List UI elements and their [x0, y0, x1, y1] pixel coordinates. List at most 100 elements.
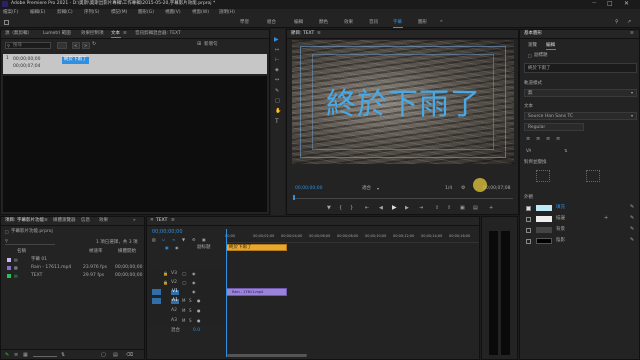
menu-graphics[interactable]: 圖形(G): [138, 10, 154, 16]
comparison-view-icon[interactable]: ▤: [473, 206, 478, 211]
tracking-icon[interactable]: VA: [526, 149, 531, 153]
tab-text[interactable]: 文本: [111, 31, 120, 37]
align-left-icon[interactable]: ≡: [526, 137, 530, 142]
add-button-icon[interactable]: +: [489, 206, 493, 211]
source-patch-a1[interactable]: [152, 298, 161, 304]
track-header-a3[interactable]: A3 M S ●: [149, 317, 225, 326]
eye-icon[interactable]: ◉: [192, 272, 196, 276]
add-marker-icon[interactable]: ▼: [182, 238, 185, 242]
play-icon[interactable]: ▶: [392, 205, 397, 211]
zoom-fit-select[interactable]: 適合: [362, 186, 371, 192]
mic-icon[interactable]: ●: [197, 299, 201, 303]
resolution-select[interactable]: 1/4: [445, 186, 452, 192]
export-frame-icon[interactable]: ▣: [460, 206, 465, 211]
caption-text[interactable]: 終於下雨了: [62, 57, 89, 64]
workspace-editing[interactable]: 編輯: [294, 20, 303, 26]
track-header-a2[interactable]: A2 M S ●: [149, 307, 225, 316]
filter-button[interactable]: [57, 42, 67, 49]
mic-icon[interactable]: ●: [197, 309, 201, 313]
stroke-row[interactable]: 描邊 + ✎: [524, 215, 637, 224]
close-icon[interactable]: ✕: [624, 1, 629, 7]
ripple-edit-tool-icon[interactable]: ⊢: [275, 58, 279, 63]
mini-playhead[interactable]: [293, 195, 295, 200]
pen-tool-icon[interactable]: ✎: [275, 89, 279, 94]
mark-in-icon[interactable]: {: [339, 206, 342, 211]
search-icon[interactable]: ⚲: [615, 20, 619, 25]
tab-timeline-text[interactable]: TEXT: [156, 218, 167, 224]
captions-track-icon[interactable]: ▣: [165, 246, 169, 250]
step-back-icon[interactable]: ◀: [379, 206, 383, 211]
menu-clip[interactable]: 剪輯(C): [57, 10, 73, 16]
linked-selection-icon[interactable]: ∞: [172, 238, 175, 242]
tab-media-browser[interactable]: 媒體瀏覽器: [53, 218, 76, 224]
background-color-swatch[interactable]: [536, 227, 552, 233]
panel-menu-icon[interactable]: ≡: [44, 218, 48, 224]
eye-icon[interactable]: ◉: [192, 281, 196, 285]
track-select-tool-icon[interactable]: ↦: [275, 48, 279, 53]
menu-edit[interactable]: 編輯(E): [30, 10, 45, 16]
menu-file[interactable]: 檔案(F): [3, 10, 18, 16]
stroke-eyedropper-icon[interactable]: ✎: [630, 216, 634, 221]
rectangle-tool-icon[interactable]: □: [275, 99, 280, 104]
timeline-timecode[interactable]: 00;00;00;00: [152, 230, 183, 235]
panel-menu-icon[interactable]: ≡: [317, 31, 321, 37]
mini-timeline[interactable]: [293, 195, 513, 200]
project-search-input[interactable]: ⚲: [5, 239, 55, 245]
shadow-row[interactable]: 陰影 ✎: [524, 237, 637, 246]
eye-icon[interactable]: ◉: [175, 246, 179, 250]
go-to-out-icon[interactable]: ⇥: [419, 206, 423, 211]
menu-sequence[interactable]: 序列(S): [84, 10, 99, 16]
trash-icon[interactable]: ⌫: [126, 353, 133, 358]
column-frame-rate[interactable]: 幀速率: [89, 249, 103, 255]
lift-icon[interactable]: ⇧: [435, 206, 439, 211]
track-lock-icon[interactable]: 🔒: [163, 281, 168, 285]
maximize-icon[interactable]: □: [607, 1, 613, 7]
go-to-in-icon[interactable]: ⇤: [365, 206, 369, 211]
insert-overwrite-icon[interactable]: ▧: [152, 238, 156, 242]
zoom-chevron-down-icon[interactable]: ▾: [377, 187, 379, 191]
position-grid[interactable]: [536, 170, 550, 182]
shadow-eyedropper-icon[interactable]: ✎: [630, 238, 634, 243]
track-header-v3[interactable]: 🔒 V3 ◯ ◉: [149, 270, 225, 278]
tab-info[interactable]: 信息: [81, 218, 90, 224]
hand-tool-icon[interactable]: ✋: [275, 109, 281, 114]
new-item-icon[interactable]: ▤: [113, 353, 118, 358]
stroke-color-swatch[interactable]: [536, 216, 552, 222]
panel-menu-icon[interactable]: ≡: [171, 218, 175, 224]
add-caption-icon[interactable]: ⊞: [197, 42, 201, 47]
minimize-icon[interactable]: —: [592, 1, 597, 7]
region-grid[interactable]: [586, 170, 600, 182]
menu-help[interactable]: 說明(H): [219, 10, 235, 16]
timeline-scrollbar[interactable]: [227, 354, 307, 357]
track-lock-icon[interactable]: 🔒: [163, 272, 168, 276]
column-name[interactable]: 名稱: [17, 249, 26, 255]
bg-eyedropper-icon[interactable]: ✎: [630, 227, 634, 232]
mute-icon[interactable]: M: [182, 299, 185, 303]
align-right-icon[interactable]: ≡: [546, 137, 550, 142]
solo-icon[interactable]: S: [189, 299, 192, 303]
tab-browse[interactable]: 瀏覽: [528, 43, 537, 49]
font-family-select[interactable]: Source Han Sans TC ▾: [524, 112, 637, 120]
expand-icon[interactable]: ↗: [627, 20, 631, 25]
align-center-icon[interactable]: ≡: [536, 137, 540, 142]
new-bin-icon[interactable]: ▢: [101, 353, 106, 358]
mic-icon[interactable]: ●: [197, 319, 201, 323]
font-style-select[interactable]: Regular: [524, 123, 584, 131]
step-forward-icon[interactable]: ▶: [405, 206, 409, 211]
icon-view-icon[interactable]: ▦: [23, 353, 28, 358]
workspaces-more-icon[interactable]: »: [440, 19, 443, 25]
sync-lock-icon[interactable]: ◯: [182, 272, 186, 276]
project-item-row[interactable]: ▤ TEXT 29.97 fps 00;00;00;00: [3, 272, 143, 280]
type-tool-icon[interactable]: T: [275, 119, 279, 125]
selection-tool-icon[interactable]: ▶: [274, 37, 279, 43]
next-caption-button[interactable]: >: [82, 42, 90, 49]
video-clip[interactable]: Rain - 17611.mp4: [226, 288, 287, 296]
menu-window[interactable]: 視窗(W): [192, 10, 209, 16]
prev-caption-button[interactable]: <: [72, 42, 80, 49]
refresh-icon[interactable]: ↻: [92, 42, 96, 47]
tab-lumetri-scopes[interactable]: Lumetri 範圍: [43, 31, 71, 37]
background-row[interactable]: 背景 ✎: [524, 226, 637, 235]
pencil-icon[interactable]: ✎: [5, 353, 9, 358]
fill-checkbox[interactable]: [526, 206, 531, 211]
tab-effects[interactable]: 效果: [99, 218, 108, 224]
